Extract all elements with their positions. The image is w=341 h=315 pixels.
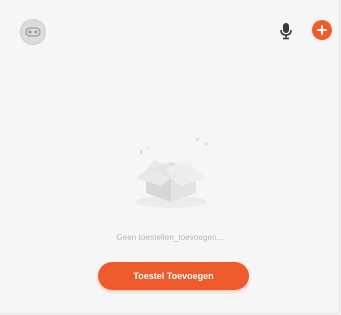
profile-avatar-icon	[25, 27, 41, 37]
empty-state-message: Geen toestellen_toevoegen...	[116, 233, 224, 242]
add-device-top-button[interactable]	[312, 20, 332, 40]
app-screen: Geen toestellen_toevoegen... Toestel Toe…	[0, 0, 340, 314]
empty-state-illustration	[126, 130, 216, 210]
profile-avatar[interactable]	[20, 19, 46, 45]
microphone-icon	[280, 23, 292, 40]
voice-button[interactable]	[277, 21, 295, 41]
plus-circle-icon	[317, 25, 327, 35]
add-device-button[interactable]: Toestel Toevoegen	[98, 262, 249, 290]
empty-box-icon	[135, 137, 208, 208]
top-bar	[0, 0, 340, 60]
